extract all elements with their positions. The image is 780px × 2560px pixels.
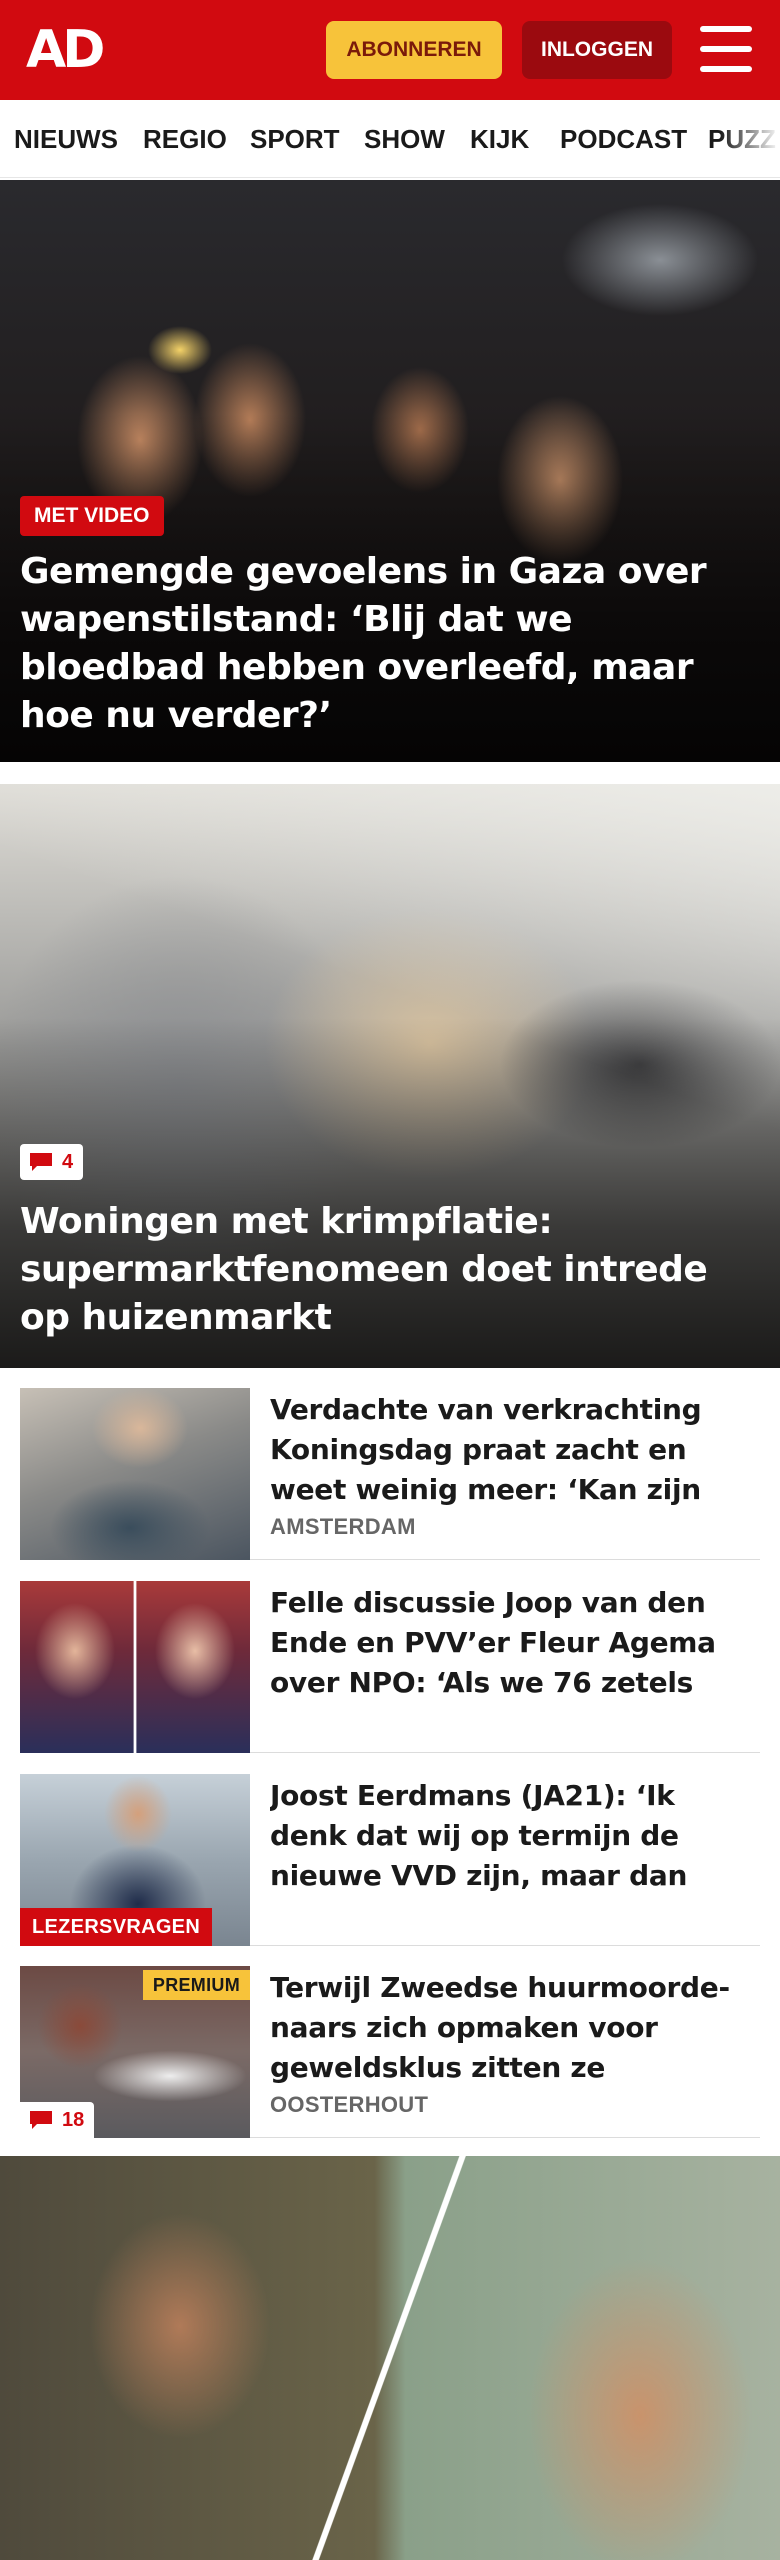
nav-item-sport[interactable]: SPORT: [250, 100, 340, 177]
nav-item-podcast[interactable]: PODCAST: [560, 100, 687, 177]
hero-headline[interactable]: Gemengde gevoelens in Gaza over wapensti…: [20, 548, 756, 740]
article-thumbnail[interactable]: [20, 1581, 250, 1753]
list-item[interactable]: LEZERSVRAGEN Joost Eerdmans (JA21): ‘Ik …: [20, 1774, 760, 1946]
list-item[interactable]: PREMIUM 18 Terwijl Zweedse huurmoorde-na…: [20, 1966, 760, 2138]
nav-item-show[interactable]: SHOW: [364, 100, 445, 177]
menu-line: [700, 66, 752, 72]
article-headline[interactable]: Joost Eerdmans (JA21): ‘Ik denk dat wij …: [270, 1776, 760, 1896]
reader-questions-label: LEZERSVRAGEN: [20, 1908, 213, 1946]
comment-count-badge[interactable]: 18: [20, 2102, 95, 2138]
subscribe-button[interactable]: ABONNEREN: [326, 21, 502, 79]
article-headline[interactable]: Terwijl Zweedse huurmoorde-naars zich op…: [270, 1968, 760, 2088]
article-thumbnail[interactable]: [20, 1388, 250, 1560]
login-button[interactable]: INLOGGEN: [522, 21, 672, 79]
section-nav: NIEUWS REGIO SPORT SHOW KIJK PODCAST PUZ…: [0, 100, 780, 178]
nav-item-kijk[interactable]: KIJK: [470, 100, 529, 177]
article-thumbnail[interactable]: LEZERSVRAGEN: [20, 1774, 250, 1946]
comment-count: 4: [62, 1151, 74, 1173]
article-headline[interactable]: Felle discussie Joop van den Ende en PVV…: [270, 1583, 760, 1703]
video-label: MET VIDEO: [20, 496, 164, 536]
nav-scroll-fade: [720, 100, 780, 177]
hero-article-gaza[interactable]: MET VIDEO Gemengde gevoelens in Gaza ove…: [0, 180, 780, 762]
comment-count-badge[interactable]: 4: [20, 1144, 84, 1180]
article-location: AMSTERDAM: [270, 1514, 416, 1539]
hero-headline[interactable]: Woningen met krimpflatie: supermarktfeno…: [20, 1198, 756, 1342]
article-headline[interactable]: Verdachte van verkrachting Koningsdag pr…: [270, 1390, 760, 1510]
menu-line: [700, 26, 752, 32]
article-location: OOSTERHOUT: [270, 2092, 429, 2117]
premium-badge: PREMIUM: [142, 1970, 250, 2000]
menu-line: [700, 46, 752, 52]
article-thumbnail[interactable]: PREMIUM 18: [20, 1966, 250, 2138]
site-header: AD ABONNEREN INLOGGEN: [0, 0, 780, 100]
hamburger-menu-icon[interactable]: [700, 26, 752, 72]
comment-bubble-icon: [30, 2111, 52, 2129]
list-item[interactable]: Verdachte van verkrachting Koningsdag pr…: [20, 1388, 760, 1560]
comment-count: 18: [62, 2109, 85, 2131]
list-item[interactable]: Felle discussie Joop van den Ende en PVV…: [20, 1581, 760, 1753]
comment-bubble-icon: [30, 1153, 52, 1171]
hero-article-image[interactable]: [0, 2156, 780, 2560]
nav-item-regio[interactable]: REGIO: [143, 100, 227, 177]
hero-article-housing[interactable]: 4 Woningen met krimpflatie: supermarktfe…: [0, 784, 780, 1368]
nav-item-nieuws[interactable]: NIEUWS: [14, 100, 118, 177]
ad-logo[interactable]: AD: [26, 24, 105, 76]
